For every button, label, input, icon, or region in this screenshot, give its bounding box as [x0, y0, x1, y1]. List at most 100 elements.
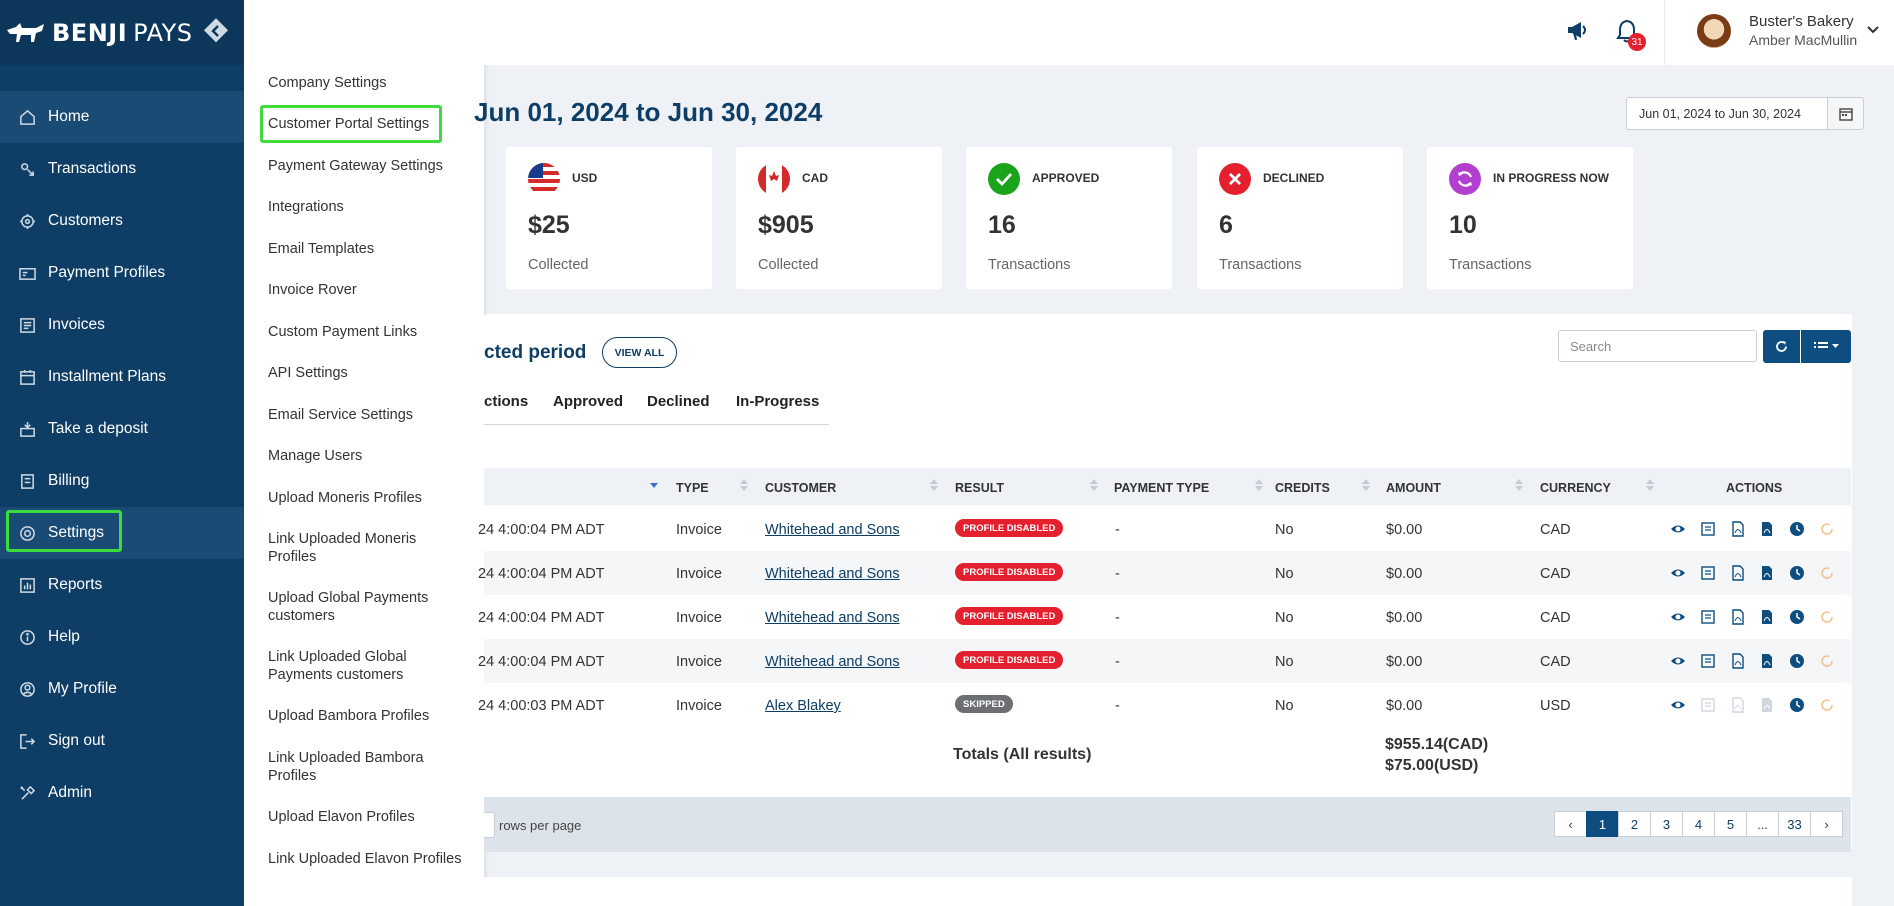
sidebar-item-take-a-deposit[interactable]: Take a deposit: [0, 403, 244, 455]
page-1[interactable]: 1: [1586, 811, 1619, 837]
user-name[interactable]: Amber MacMullin: [1749, 32, 1857, 48]
page-4[interactable]: 4: [1682, 811, 1715, 837]
document-icon[interactable]: [1700, 609, 1716, 625]
sort-icon[interactable]: [1646, 478, 1654, 492]
megaphone-icon[interactable]: [1565, 18, 1591, 47]
customer-link[interactable]: Whitehead and Sons: [765, 610, 900, 626]
pdf-filled-icon[interactable]: [1759, 521, 1775, 537]
document-icon[interactable]: [1700, 521, 1716, 537]
page-33[interactable]: 33: [1778, 811, 1811, 837]
search-input[interactable]: Search: [1558, 330, 1757, 362]
settings-menu-item-manage-users[interactable]: Manage Users: [268, 447, 468, 465]
customer-link[interactable]: Whitehead and Sons: [765, 566, 900, 582]
sort-desc-icon[interactable]: [650, 478, 658, 492]
settings-menu-item-link-uploaded-elavon-profiles[interactable]: Link Uploaded Elavon Profiles: [268, 850, 468, 868]
retry-icon[interactable]: [1819, 697, 1835, 713]
document-icon[interactable]: [1700, 697, 1716, 713]
retry-icon[interactable]: [1819, 653, 1835, 669]
chevron-down-icon[interactable]: [1866, 22, 1880, 40]
settings-menu-item-api-settings[interactable]: API Settings: [268, 364, 468, 382]
column-header-amount[interactable]: AMOUNT: [1386, 481, 1441, 495]
pdf-icon[interactable]: [1730, 697, 1746, 713]
sidebar-item-transactions[interactable]: Transactions: [0, 143, 244, 195]
prev-page-button[interactable]: ‹: [1554, 811, 1587, 837]
benjipays-logo[interactable]: BENJI PAYS: [6, 19, 193, 47]
sidebar-item-payment-profiles[interactable]: Payment Profiles: [0, 247, 244, 299]
stat-card-cad[interactable]: CAD $905 Collected: [736, 147, 942, 289]
eye-icon[interactable]: [1670, 697, 1686, 713]
stat-card-declined[interactable]: DECLINED 6 Transactions: [1197, 147, 1403, 289]
settings-menu-item-integrations[interactable]: Integrations: [268, 198, 468, 216]
stat-card-in-progress-now[interactable]: IN PROGRESS NOW 10 Transactions: [1427, 147, 1633, 289]
retry-icon[interactable]: [1819, 565, 1835, 581]
tab-declined[interactable]: Declined: [647, 393, 710, 410]
sort-icon[interactable]: [1515, 478, 1523, 492]
sort-icon[interactable]: [1362, 478, 1370, 492]
eye-icon[interactable]: [1670, 521, 1686, 537]
sidebar-item-sign-out[interactable]: Sign out: [0, 715, 244, 767]
settings-menu-item-link-uploaded-global-payments-customers[interactable]: Link Uploaded Global Payments customers: [268, 648, 468, 684]
settings-menu-item-invoice-rover[interactable]: Invoice Rover: [268, 281, 468, 299]
sort-icon[interactable]: [930, 478, 938, 492]
avatar[interactable]: [1697, 14, 1731, 48]
pdf-filled-icon[interactable]: [1759, 565, 1775, 581]
pdf-icon[interactable]: [1730, 565, 1746, 581]
column-header-currency[interactable]: CURRENCY: [1540, 481, 1611, 495]
column-header-type[interactable]: TYPE: [676, 481, 709, 495]
pdf-filled-icon[interactable]: [1759, 653, 1775, 669]
tab-ctions[interactable]: ctions: [484, 393, 528, 410]
settings-menu-item-email-service-settings[interactable]: Email Service Settings: [268, 406, 468, 424]
pdf-filled-icon[interactable]: [1759, 697, 1775, 713]
rows-per-page-select[interactable]: [484, 812, 495, 838]
sort-icon[interactable]: [740, 478, 748, 492]
pdf-icon[interactable]: [1730, 521, 1746, 537]
sidebar-item-my-profile[interactable]: My Profile: [0, 663, 244, 715]
retry-icon[interactable]: [1819, 521, 1835, 537]
customer-link[interactable]: Whitehead and Sons: [765, 522, 900, 538]
sidebar-item-help[interactable]: Help: [0, 611, 244, 663]
settings-menu-item-upload-bambora-profiles[interactable]: Upload Bambora Profiles: [268, 707, 468, 725]
column-header-payment-type[interactable]: PAYMENT TYPE: [1114, 481, 1209, 495]
next-page-button[interactable]: ›: [1810, 811, 1843, 837]
eye-icon[interactable]: [1670, 609, 1686, 625]
page-2[interactable]: 2: [1618, 811, 1651, 837]
settings-menu-item-upload-moneris-profiles[interactable]: Upload Moneris Profiles: [268, 489, 468, 507]
column-options-button[interactable]: [1801, 330, 1851, 363]
settings-menu-item-link-uploaded-bambora-profiles[interactable]: Link Uploaded Bambora Profiles: [268, 749, 468, 785]
column-header-customer[interactable]: CUSTOMER: [765, 481, 836, 495]
column-header-result[interactable]: RESULT: [955, 481, 1004, 495]
pdf-filled-icon[interactable]: [1759, 609, 1775, 625]
settings-menu-item-custom-payment-links[interactable]: Custom Payment Links: [268, 323, 468, 341]
page-5[interactable]: 5: [1714, 811, 1747, 837]
stat-card-approved[interactable]: APPROVED 16 Transactions: [966, 147, 1172, 289]
eye-icon[interactable]: [1670, 565, 1686, 581]
pdf-icon[interactable]: [1730, 653, 1746, 669]
sidebar-item-billing[interactable]: Billing: [0, 455, 244, 507]
calendar-button[interactable]: [1827, 97, 1864, 130]
settings-menu-item-email-templates[interactable]: Email Templates: [268, 240, 468, 258]
history-icon[interactable]: [1789, 565, 1805, 581]
sidebar-item-admin[interactable]: Admin: [0, 767, 244, 819]
customer-link[interactable]: Whitehead and Sons: [765, 654, 900, 670]
date-range-input[interactable]: Jun 01, 2024 to Jun 30, 2024: [1626, 97, 1828, 130]
tab-in-progress[interactable]: In-Progress: [736, 393, 819, 410]
settings-menu-item-link-uploaded-moneris-profiles[interactable]: Link Uploaded Moneris Profiles: [268, 530, 468, 566]
view-all-button[interactable]: VIEW ALL: [602, 337, 677, 368]
sidebar-item-invoices[interactable]: Invoices: [0, 299, 244, 351]
sidebar-item-home[interactable]: Home: [0, 91, 244, 143]
sort-icon[interactable]: [1255, 478, 1263, 492]
refresh-button[interactable]: [1763, 330, 1800, 363]
settings-menu-item-upload-elavon-profiles[interactable]: Upload Elavon Profiles: [268, 808, 468, 826]
company-name[interactable]: Buster's Bakery: [1749, 13, 1854, 30]
document-icon[interactable]: [1700, 653, 1716, 669]
history-icon[interactable]: [1789, 653, 1805, 669]
settings-menu-item-company-settings[interactable]: Company Settings: [268, 74, 468, 92]
sidebar-item-reports[interactable]: Reports: [0, 559, 244, 611]
history-icon[interactable]: [1789, 697, 1805, 713]
column-header-credits[interactable]: CREDITS: [1275, 481, 1330, 495]
history-icon[interactable]: [1789, 521, 1805, 537]
history-icon[interactable]: [1789, 609, 1805, 625]
pdf-icon[interactable]: [1730, 609, 1746, 625]
sort-icon[interactable]: [1090, 478, 1098, 492]
document-icon[interactable]: [1700, 565, 1716, 581]
